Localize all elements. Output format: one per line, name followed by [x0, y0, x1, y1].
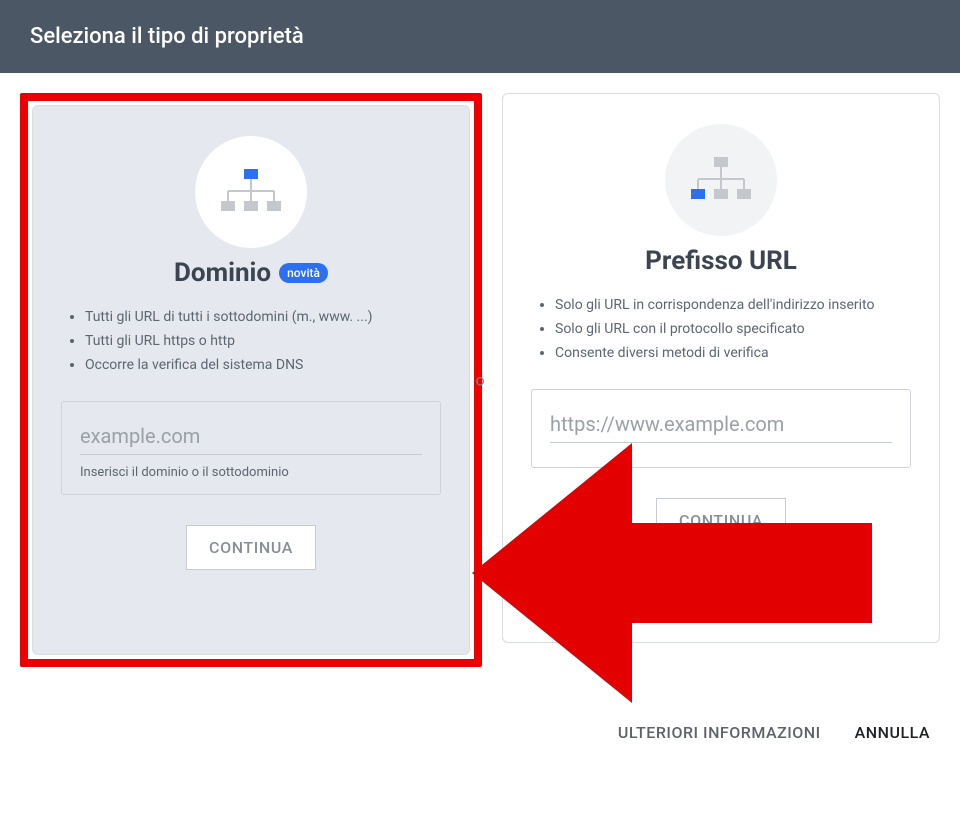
list-item: Tutti gli URL https o http	[85, 330, 441, 354]
new-badge: novità	[279, 263, 328, 283]
urlprefix-continue-button[interactable]: CONTINUA	[656, 498, 786, 543]
urlprefix-card[interactable]: Prefisso URL Solo gli URL in corrisponde…	[502, 93, 940, 643]
urlprefix-title: Prefisso URL	[645, 246, 797, 276]
list-item: Tutti gli URL di tutti i sottodomini (m.…	[85, 306, 441, 330]
urlprefix-card-wrap: Prefisso URL Solo gli URL in corrisponde…	[502, 93, 940, 667]
list-item: Solo gli URL con il protocollo specifica…	[555, 318, 911, 342]
dialog-title: Seleziona il tipo di proprietà	[30, 24, 304, 49]
urlprefix-input[interactable]	[550, 408, 892, 443]
dialog-footer: ULTERIORI INFORMAZIONI ANNULLA	[618, 723, 930, 742]
domain-continue-button[interactable]: CONTINUA	[186, 525, 316, 570]
domain-input-helper: Inserisci il dominio o il sottodominio	[80, 465, 422, 480]
sitemap-icon	[195, 136, 307, 248]
urlprefix-title-row: Prefisso URL	[645, 246, 797, 276]
dialog-header: Seleziona il tipo di proprietà	[0, 0, 960, 73]
domain-card[interactable]: Dominio novità Tutti gli URL di tutti i …	[32, 105, 470, 655]
dialog-content: Dominio novità Tutti gli URL di tutti i …	[0, 73, 960, 687]
more-info-link[interactable]: ULTERIORI INFORMAZIONI	[618, 723, 821, 742]
sitemap-icon	[665, 124, 777, 236]
domain-card-highlight: Dominio novità Tutti gli URL di tutti i …	[20, 93, 482, 667]
list-item: Occorre la verifica del sistema DNS	[85, 354, 441, 378]
domain-input[interactable]	[80, 420, 422, 455]
list-item: Solo gli URL in corrispondenza dell'indi…	[555, 294, 911, 318]
domain-title-row: Dominio novità	[174, 258, 328, 288]
or-separator: o	[475, 371, 484, 390]
domain-title: Dominio	[174, 258, 271, 288]
urlprefix-input-block	[531, 389, 911, 468]
list-item: Consente diversi metodi di verifica	[555, 342, 911, 366]
urlprefix-bullets: Solo gli URL in corrispondenza dell'indi…	[531, 294, 911, 365]
cancel-button[interactable]: ANNULLA	[855, 723, 930, 742]
domain-bullets: Tutti gli URL di tutti i sottodomini (m.…	[61, 306, 441, 377]
domain-input-block: Inserisci il dominio o il sottodominio	[61, 401, 441, 495]
